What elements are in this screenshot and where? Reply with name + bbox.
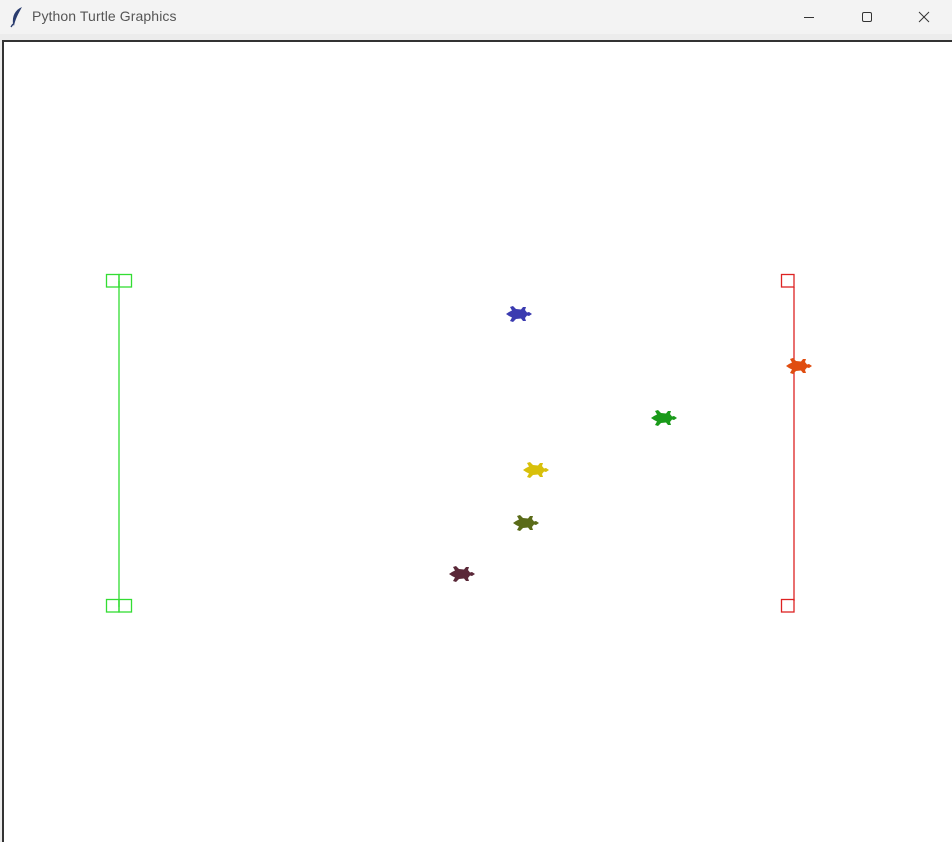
close-button[interactable] <box>896 0 952 34</box>
finish-line <box>780 273 795 613</box>
finish-top-cap <box>780 273 795 288</box>
minimize-icon <box>804 17 814 18</box>
maximize-button[interactable] <box>838 0 896 34</box>
window-title: Python Turtle Graphics <box>32 8 177 24</box>
turtles <box>449 306 812 582</box>
start-bottom-cap-right <box>118 598 133 613</box>
start-bottom-cap-left <box>105 598 120 613</box>
turtle-orange-icon <box>786 358 812 374</box>
start-line <box>105 273 133 613</box>
turtle-olive-icon <box>513 515 539 531</box>
feather-icon <box>10 7 22 28</box>
maximize-icon <box>862 12 872 22</box>
finish-bottom-cap <box>780 598 795 613</box>
turtle-green-icon <box>651 410 677 426</box>
start-top-cap-left <box>105 273 120 288</box>
title-bar[interactable]: Python Turtle Graphics <box>0 0 952 34</box>
start-top-cap-right <box>118 273 133 288</box>
close-icon <box>918 11 930 23</box>
turtle-blue-icon <box>506 306 532 322</box>
minimize-button[interactable] <box>780 0 838 34</box>
race-scene <box>105 273 812 613</box>
turtle-maroon-icon <box>449 566 475 582</box>
turtle-yellow-icon <box>523 462 549 478</box>
turtle-canvas[interactable] <box>2 40 952 842</box>
